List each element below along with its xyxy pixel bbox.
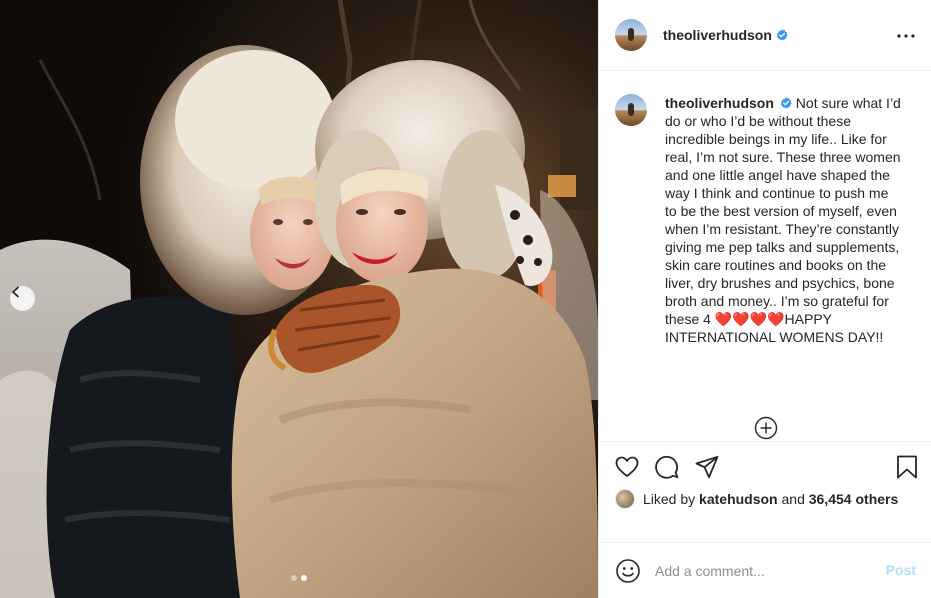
author-avatar[interactable] — [615, 19, 647, 51]
carousel-dot-active — [301, 575, 307, 581]
comment-icon — [655, 455, 679, 479]
liker-username[interactable]: katehudson — [699, 491, 778, 507]
post-header: theoliverhudson — [599, 0, 931, 71]
emoji-button[interactable] — [615, 558, 641, 584]
chevron-left-icon — [12, 286, 19, 298]
carousel-prev-button[interactable] — [10, 286, 35, 311]
post-caption: theoliverhudson Not sure what I’d do or … — [615, 94, 920, 346]
likes-prefix: Liked by — [643, 491, 696, 507]
verified-badge-icon — [780, 97, 792, 109]
post-side-panel: theoliverhudson theoliverhudson Not sure… — [598, 0, 931, 598]
paper-plane-icon — [695, 455, 719, 479]
author-username[interactable]: theoliverhudson — [663, 27, 772, 43]
like-button[interactable] — [614, 454, 640, 480]
verified-badge-icon — [776, 29, 788, 41]
bookmark-icon — [897, 455, 917, 479]
post-photo[interactable] — [0, 0, 598, 598]
load-more-comments-button[interactable] — [754, 416, 778, 440]
share-button[interactable] — [694, 454, 720, 480]
caption-username[interactable]: theoliverhudson — [665, 95, 774, 111]
post-comment-button[interactable]: Post — [886, 562, 916, 578]
likes-connector: and — [781, 491, 805, 507]
photo-illustration — [0, 0, 598, 598]
caption-body: Not sure what I’d do or who I’d be witho… — [665, 95, 901, 345]
caption-text-block: theoliverhudson Not sure what I’d do or … — [665, 94, 901, 346]
comment-button[interactable] — [654, 454, 680, 480]
carousel-dot — [291, 575, 297, 581]
more-options-button[interactable] — [894, 24, 918, 48]
caption-author-avatar[interactable] — [615, 94, 647, 126]
liker-avatar[interactable] — [615, 489, 635, 509]
plus-circle-icon — [754, 416, 778, 440]
likes-summary: Liked by katehudson and 36,454 others — [615, 489, 898, 509]
heart-icon — [615, 456, 639, 477]
post-actions: Liked by katehudson and 36,454 others — [599, 441, 931, 542]
save-button[interactable] — [894, 454, 920, 480]
carousel-indicator — [0, 575, 598, 581]
likes-others-link[interactable]: 36,454 others — [809, 491, 899, 507]
more-horizontal-icon — [897, 34, 915, 38]
smiley-icon — [616, 558, 640, 583]
comment-input[interactable] — [655, 562, 865, 579]
comment-composer: Post — [599, 542, 931, 598]
